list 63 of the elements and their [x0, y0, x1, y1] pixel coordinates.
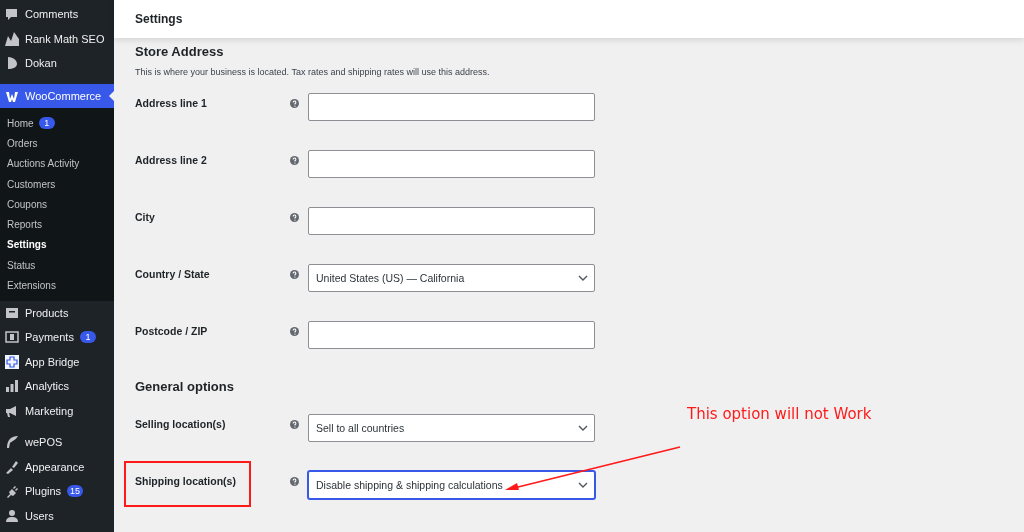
submenu-item[interactable]: Extensions — [0, 275, 114, 296]
help-icon[interactable] — [290, 213, 299, 222]
sidebar-item[interactable]: Appearance — [0, 454, 114, 480]
paintbrush-icon — [5, 459, 19, 474]
chevron-down-icon — [578, 275, 588, 281]
select-field[interactable]: United States (US) — California — [308, 264, 595, 292]
annotation-text: This option will not Work — [687, 405, 872, 423]
sidebar-item[interactable]: Dokan — [0, 51, 114, 76]
submenu-item[interactable]: Orders — [0, 133, 114, 154]
archive-box-icon — [5, 305, 19, 320]
sidebar-item[interactable]: Plugins 15 — [0, 479, 114, 504]
submenu-item[interactable]: Coupons — [0, 194, 114, 215]
help-icon[interactable] — [290, 156, 299, 165]
plug-icon — [5, 484, 19, 499]
sidebar-item[interactable]: Products — [0, 300, 114, 326]
sidebar-item[interactable]: Marketing — [0, 398, 114, 424]
sidebar-item[interactable]: Rank Math SEO — [0, 26, 114, 51]
help-icon[interactable] — [290, 420, 299, 429]
help-icon[interactable] — [290, 270, 299, 279]
sidebar-item[interactable]: Payments 1 — [0, 325, 114, 350]
sidebar-item[interactable]: WooCommerce — [0, 83, 114, 108]
select-field[interactable]: Sell to all countries — [308, 414, 595, 442]
sidebar-item[interactable]: App Bridge — [0, 349, 114, 375]
count-badge: 1 — [79, 331, 96, 344]
section-heading: Store Address — [135, 44, 225, 59]
sidebar-item[interactable]: Users — [0, 503, 114, 529]
chevron-down-icon — [578, 482, 588, 488]
page-title: Settings — [135, 12, 183, 26]
submenu-item[interactable]: Customers — [0, 173, 114, 195]
field-label: City — [135, 210, 156, 223]
field-label: Selling location(s) — [135, 417, 227, 430]
help-icon[interactable] — [290, 327, 299, 336]
sidebar-item[interactable]: wePOS — [0, 430, 114, 455]
submenu-item[interactable]: Settings — [0, 234, 114, 256]
submenu-item[interactable]: Auctions Activity — [0, 153, 114, 174]
input-field[interactable] — [308, 207, 595, 235]
help-icon[interactable] — [290, 99, 299, 108]
field-label: Address line 2 — [135, 153, 208, 166]
input-field[interactable] — [308, 150, 595, 178]
field-label: Postcode / ZIP — [135, 324, 209, 337]
count-badge: 1 — [38, 117, 55, 130]
plus-icon — [5, 354, 19, 369]
field-label: Shipping location(s) — [135, 474, 237, 487]
bar-chart-icon — [5, 379, 19, 394]
select-field[interactable]: Disable shipping & shipping calculations — [308, 471, 595, 499]
input-field[interactable] — [308, 93, 595, 121]
megaphone-icon — [5, 403, 19, 418]
field-label: Country / State — [135, 267, 211, 280]
section-description: This is where your business is located. Tax rates and shipping rates will use this address. — [135, 67, 491, 77]
submenu-item[interactable]: Home 1 — [0, 113, 114, 134]
user-icon — [5, 508, 19, 523]
count-badge: 15 — [67, 485, 84, 498]
submenu-item[interactable]: Status — [0, 255, 114, 276]
section-heading: General options — [135, 379, 235, 394]
chevron-down-icon — [578, 425, 588, 431]
help-icon[interactable] — [290, 477, 299, 486]
submenu-item[interactable]: Reports — [0, 214, 114, 235]
input-field[interactable] — [308, 321, 595, 349]
sidebar-item[interactable]: Analytics — [0, 374, 114, 399]
sidebar-item[interactable]: Comments — [0, 2, 114, 27]
field-label: Address line 1 — [135, 96, 208, 109]
feather-icon — [5, 435, 19, 450]
speech-bubble-icon — [5, 7, 19, 22]
